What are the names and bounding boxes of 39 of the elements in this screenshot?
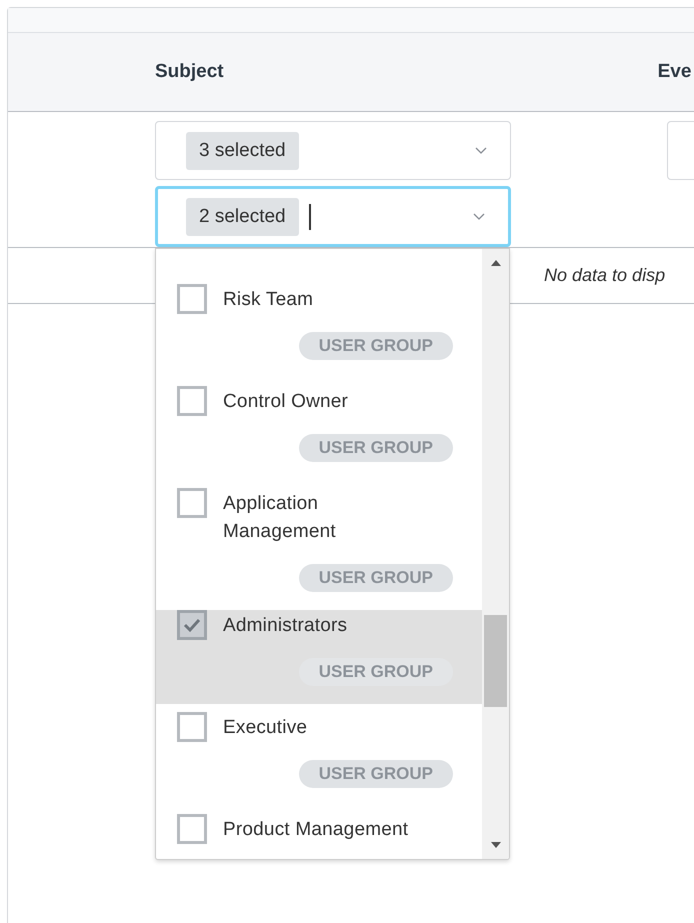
type-badge: USER GROUP [298, 760, 453, 788]
option-label: Administrators [223, 614, 348, 638]
chevron-down-icon [473, 212, 485, 220]
option-item[interactable]: Risk Team USER GROUP [156, 276, 482, 378]
chevron-down-icon [475, 146, 487, 154]
option-label: Control Owner [223, 390, 348, 414]
select-field[interactable] [667, 121, 694, 180]
checkbox[interactable] [177, 712, 207, 742]
text-cursor [308, 204, 311, 230]
select-field[interactable]: 2 selected [155, 186, 511, 247]
option-label: Risk Team [223, 288, 314, 312]
scroll-up-arrow-icon[interactable] [491, 260, 501, 266]
empty-message: No data to disp [544, 265, 666, 286]
type-badge: USER GROUP [298, 434, 453, 462]
scrollbar[interactable] [482, 249, 509, 859]
type-badge: USER GROUP [298, 564, 453, 592]
column-header: Eve [658, 61, 692, 83]
selection-chip: 2 selected [186, 198, 299, 236]
checkbox[interactable] [177, 284, 207, 314]
selection-chip: 3 selected [186, 132, 299, 170]
checkbox[interactable] [177, 386, 207, 416]
option-label: Product Management [223, 818, 408, 842]
option-item[interactable]: Application Management USER GROUP [156, 480, 482, 610]
type-badge: USER GROUP [298, 658, 453, 686]
option-item[interactable]: Executive USER GROUP [156, 704, 482, 806]
option-item[interactable]: Administrators USER GROUP [156, 610, 482, 704]
type-badge: USER GROUP [298, 332, 453, 360]
checkbox[interactable] [177, 610, 207, 640]
scrollbar-thumb[interactable] [484, 615, 507, 707]
option-label: Application Management [223, 492, 337, 544]
option-item[interactable]: Product Management [156, 806, 482, 859]
checkbox[interactable] [177, 488, 207, 518]
checkbox[interactable] [177, 814, 207, 844]
option-item[interactable]: Control Owner USER GROUP [156, 378, 482, 480]
checkmark-icon [182, 617, 202, 633]
option-label: Executive [223, 716, 308, 740]
scroll-down-arrow-icon[interactable] [491, 842, 501, 848]
column-header: Subject [155, 61, 224, 83]
select-field[interactable]: 3 selected [155, 121, 511, 180]
